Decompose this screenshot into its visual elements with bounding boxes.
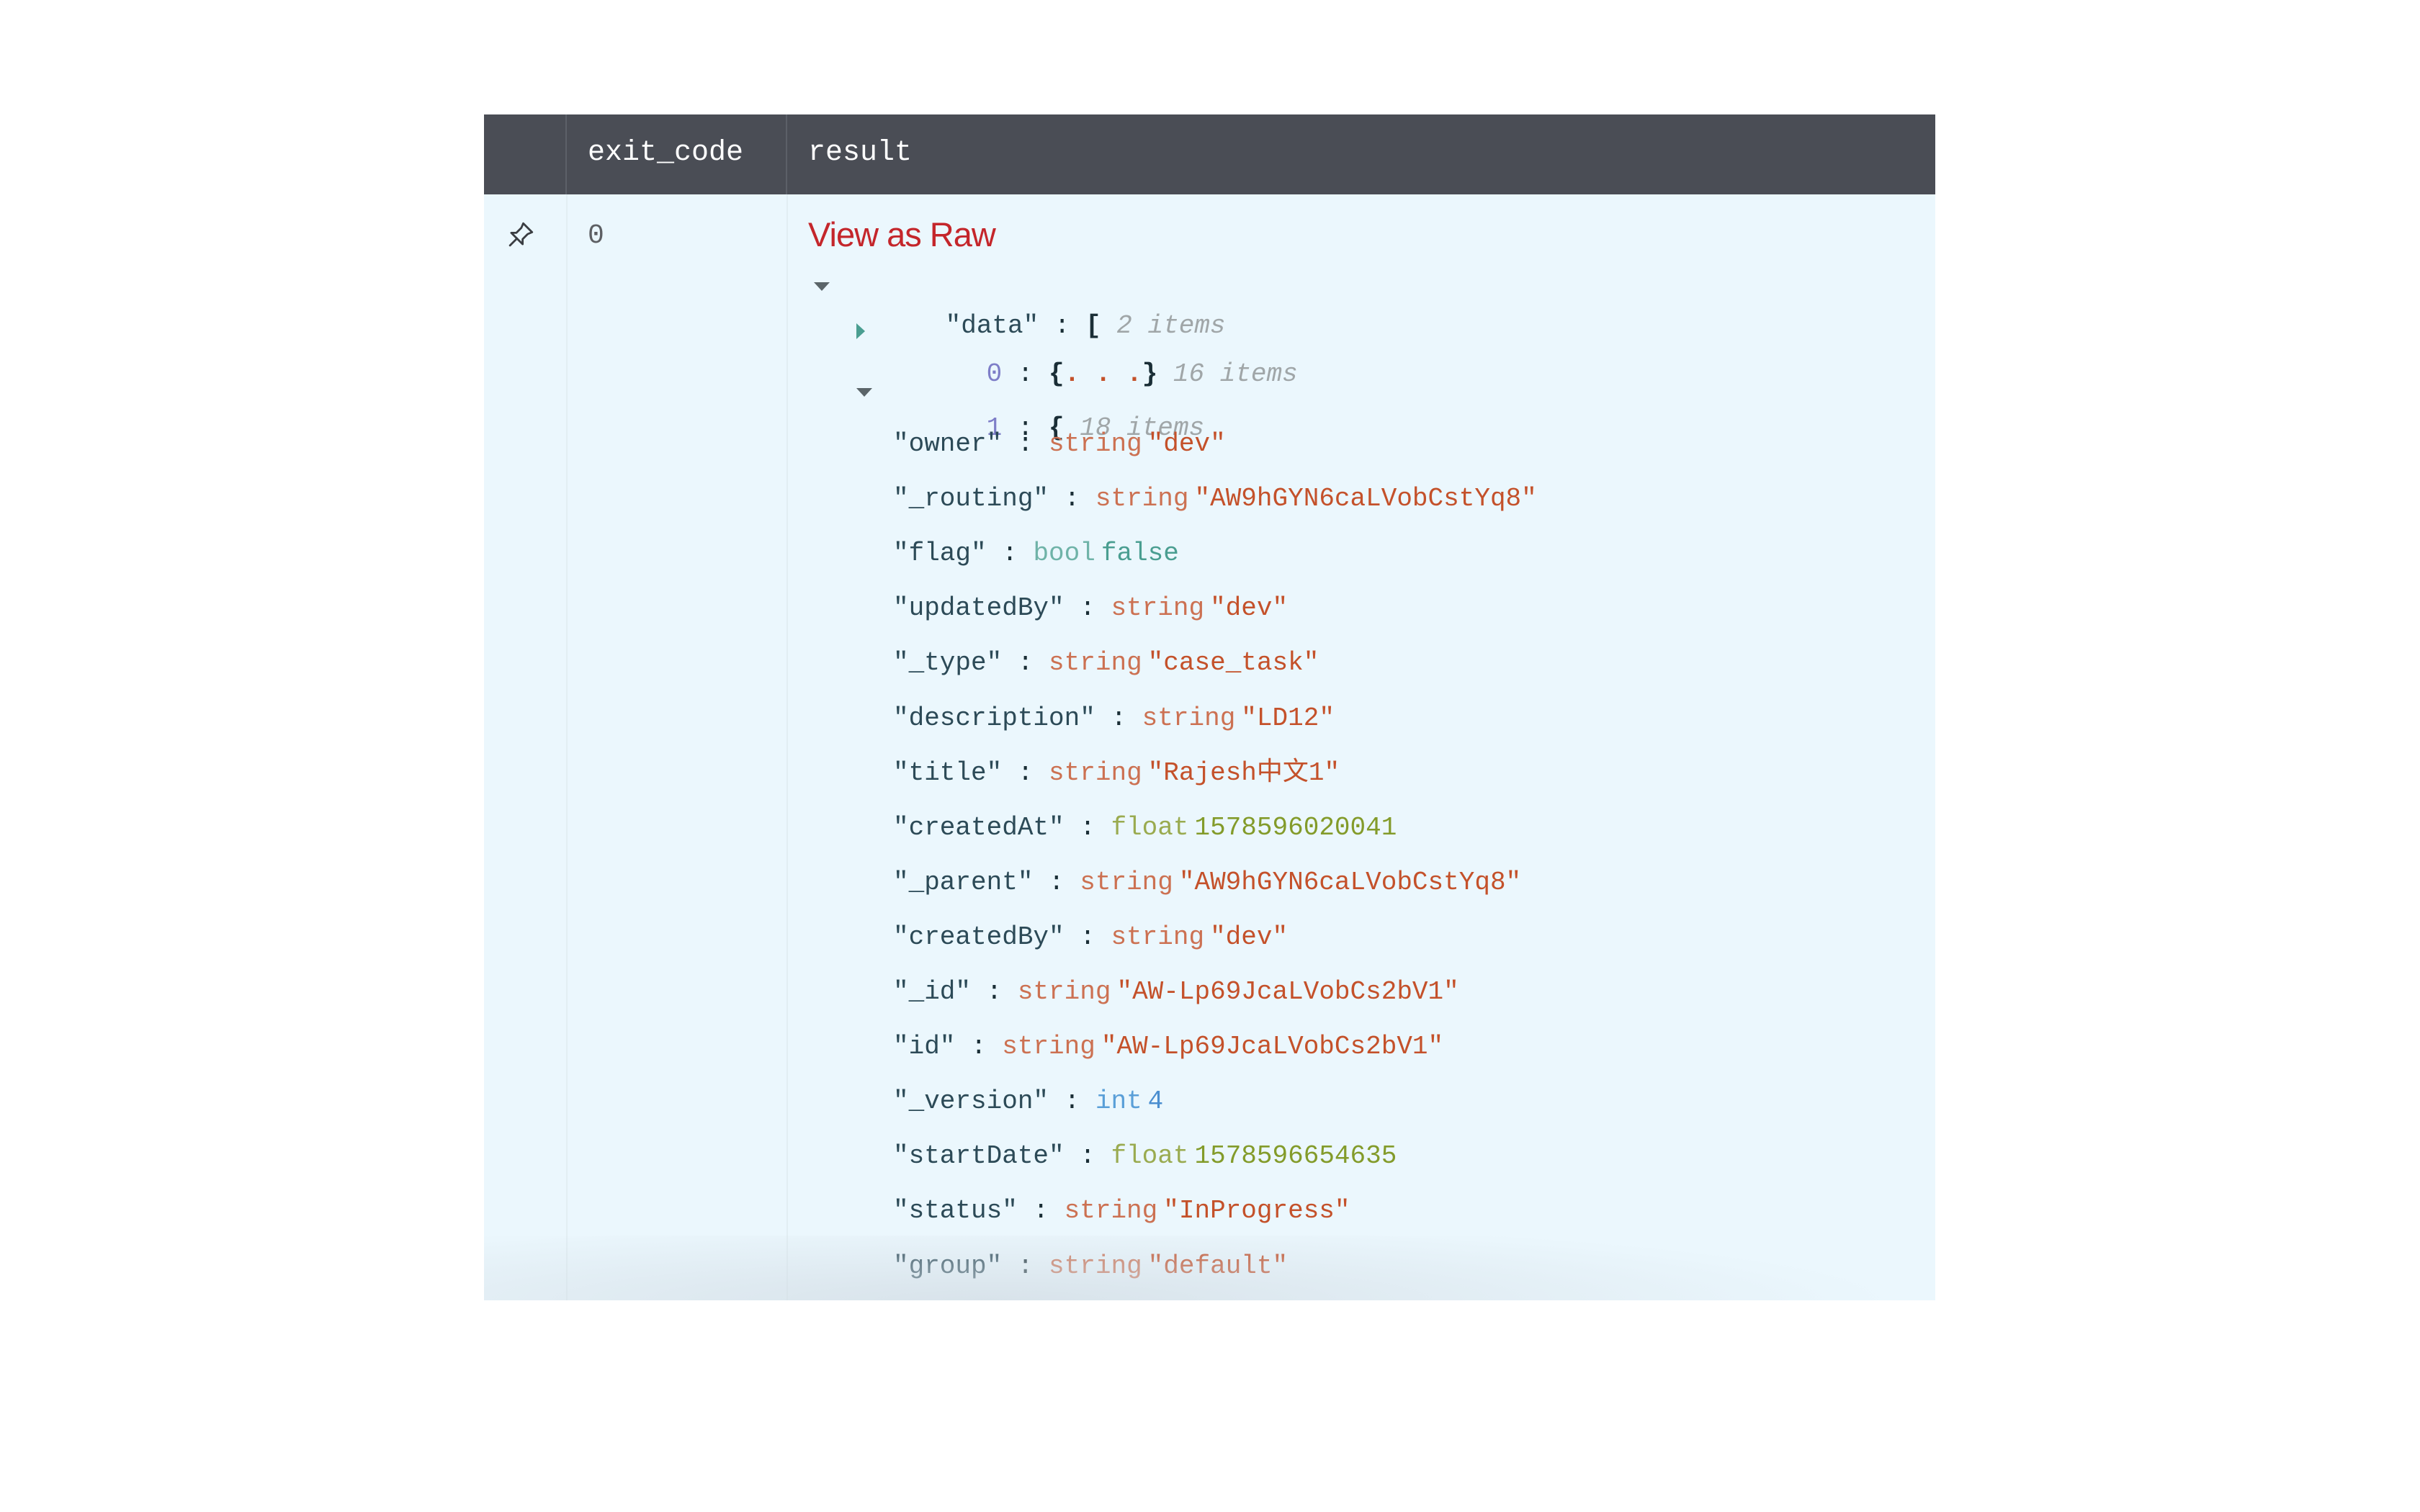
field-value: "Rajesh中文1" [1147,757,1340,788]
tree-field-row[interactable]: "createdAt" : float 1578596020041 [893,812,1397,844]
exit-code-value: 0 [588,220,604,251]
view-as-raw-link[interactable]: View as Raw [808,215,996,255]
field-value: "InProgress" [1163,1196,1350,1226]
field-type-label: string [1064,1196,1158,1226]
header-cell-result[interactable]: result [787,114,1935,194]
field-key: "updatedBy" [893,593,1065,624]
field-value: "dev" [1210,922,1289,952]
tree-field-row[interactable]: "_type" : string "case_task" [893,647,1319,679]
field-type-label: string [1111,593,1205,624]
field-colon: : [1064,593,1111,624]
field-value: "AW9hGYN6caLVobCstYq8" [1194,484,1537,514]
field-value: "LD12" [1241,703,1335,733]
field-key: "_type" [893,648,1003,678]
field-key: "group" [893,1251,1003,1281]
field-colon: : [1064,1141,1111,1171]
field-key: "status" [893,1196,1018,1226]
field-key: "_version" [893,1086,1049,1117]
tree-field-row[interactable]: "_routing" : string "AW9hGYN6caLVobCstYq8… [893,483,1537,515]
field-colon: : [986,539,1034,569]
expand-item-0-toggle-icon[interactable] [856,323,865,339]
tree-field-row[interactable]: "title" : string "Rajesh中文1" [893,757,1340,789]
field-value: "AW-Lp69JcaLVobCs2bV1" [1116,977,1459,1007]
field-value: 4 [1147,1086,1164,1117]
field-type-label: float [1111,1141,1189,1171]
field-value: "dev" [1147,429,1226,459]
column-divider [786,194,788,1300]
field-value: 1578596020041 [1194,812,1397,842]
field-colon: : [1049,484,1095,514]
field-key: "flag" [893,539,987,569]
field-type-label: string [1080,867,1173,897]
field-type-label: string [1049,1251,1142,1281]
tree-field-row[interactable]: "owner" : string "dev" [893,428,1226,460]
header-result-label: result [808,137,913,169]
field-key: "_routing" [893,484,1049,514]
field-value: false [1101,539,1179,569]
field-type-label: string [1095,484,1189,514]
field-colon: : [1002,1251,1049,1281]
field-value: "AW-Lp69JcaLVobCs2bV1" [1101,1032,1444,1062]
tree-field-row[interactable]: "_parent" : string "AW9hGYN6caLVobCstYq8" [893,867,1521,899]
header-cell-pin [484,114,567,194]
field-type-label: string [1111,922,1205,952]
field-key: "description" [893,703,1095,733]
tree-field-row[interactable]: "group" : string "default" [893,1251,1288,1282]
field-type-label: string [1049,648,1142,678]
field-colon: : [1033,867,1080,897]
field-key: "startDate" [893,1141,1065,1171]
results-table: exit_code result 0 View as Raw "data" : … [484,114,1935,1300]
field-type-label: string [1017,977,1111,1007]
tree-field-row[interactable]: "status" : string "InProgress" [893,1195,1350,1227]
header-cell-exit-code[interactable]: exit_code [567,114,787,194]
field-colon: : [1002,429,1049,459]
table-header: exit_code result [484,114,1935,194]
field-colon: : [1017,1196,1065,1226]
field-value: "case_task" [1147,648,1319,678]
field-type-label: string [1049,429,1142,459]
header-exit-code-label: exit_code [588,137,744,169]
field-key: "_parent" [893,867,1034,897]
field-colon: : [1049,1086,1095,1117]
field-key: "_id" [893,977,972,1007]
field-value: 1578596654635 [1194,1141,1397,1171]
field-colon: : [1002,648,1049,678]
collapse-item-1-toggle-icon[interactable] [856,388,872,397]
field-colon: : [1095,703,1142,733]
field-colon: : [955,1032,1003,1062]
tree-field-row[interactable]: "id" : string "AW-Lp69JcaLVobCs2bV1" [893,1031,1443,1063]
field-colon: : [1064,922,1111,952]
field-type-label: string [1142,703,1236,733]
tree-field-row[interactable]: "updatedBy" : string "dev" [893,593,1288,624]
field-type-label: string [1049,757,1142,788]
tree-field-row[interactable]: "startDate" : float 1578596654635 [893,1140,1397,1172]
field-type-label: string [1002,1032,1095,1062]
collapse-data-toggle-icon[interactable] [814,282,830,291]
tree-field-row[interactable]: "_version" : int 4 [893,1086,1163,1117]
field-key: "title" [893,757,1003,788]
field-key: "owner" [893,429,1003,459]
field-key: "createdAt" [893,812,1065,842]
field-type-label: int [1095,1086,1142,1117]
pin-icon[interactable] [506,220,536,250]
field-value: "default" [1147,1251,1289,1281]
field-key: "createdBy" [893,922,1065,952]
tree-field-row[interactable]: "description" : string "LD12" [893,703,1335,734]
field-colon: : [971,977,1018,1007]
tree-field-row[interactable]: "createdBy" : string "dev" [893,922,1288,953]
field-key: "id" [893,1032,956,1062]
field-value: "AW9hGYN6caLVobCstYq8" [1178,867,1522,897]
field-colon: : [1002,757,1049,788]
tree-field-row[interactable]: "_id" : string "AW-Lp69JcaLVobCs2bV1" [893,976,1459,1008]
field-type-label: float [1111,812,1189,842]
field-value: "dev" [1210,593,1289,624]
field-colon: : [1064,812,1111,842]
tree-field-row[interactable]: "flag" : bool false [893,538,1179,570]
field-type-label: bool [1033,539,1095,569]
column-divider [566,194,568,1300]
